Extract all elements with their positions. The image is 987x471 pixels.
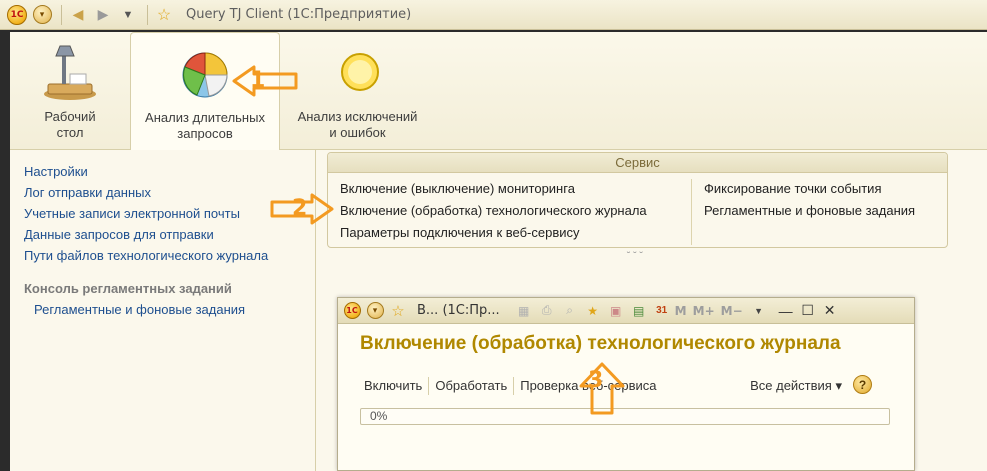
command-bar: Включить Обработать Проверка веб-сервиса… (358, 375, 898, 397)
annotation-arrow-1 (232, 65, 298, 97)
maximize-button[interactable]: ☐ (800, 302, 816, 319)
history-dropdown-icon[interactable]: ▼ (117, 4, 139, 26)
main-menu-icon[interactable]: ▾ (365, 301, 385, 321)
app-window: Рабочий стол Анализ длительных запросов Ан… (10, 32, 987, 471)
divider (691, 179, 692, 245)
minimize-button[interactable]: — (778, 303, 794, 319)
service-panel: Сервис Включение (выключение) мониторинг… (327, 152, 948, 248)
close-button[interactable]: ✕ (822, 302, 838, 319)
progress-text: 0% (370, 409, 388, 423)
annotation-number-3: 3 (588, 368, 604, 393)
calculator-icon[interactable]: ▤ (629, 301, 649, 321)
dialog-heading: Включение (обработка) технологического ж… (360, 333, 841, 354)
service-column-left: Включение (выключение) мониторинга Включ… (340, 178, 690, 244)
memory-m-button[interactable]: M (675, 304, 687, 318)
window-title: Query TJ Client (1С:Предприятие) (186, 7, 412, 22)
calendar-icon[interactable]: 31 (652, 301, 672, 321)
section-exceptions[interactable]: Анализ исключений и ошибок (285, 32, 430, 150)
yellow-circle-icon (340, 53, 379, 91)
favorites-star-icon[interactable]: ☆ (153, 4, 175, 26)
section-desktop[interactable]: Рабочий стол (20, 32, 120, 150)
service-link-scheduled-jobs[interactable]: Регламентные и фоновые задания (704, 200, 944, 222)
all-actions-menu[interactable]: Все действия ▾ (750, 378, 842, 394)
desk-lamp-icon (44, 45, 96, 100)
annotation-number-2: 2 (292, 196, 308, 221)
back-arrow-icon[interactable]: ◀ (67, 4, 89, 26)
bookmark-icon[interactable]: ▣ (606, 301, 626, 321)
main-menu-icon[interactable]: ▾ (31, 4, 53, 26)
sections-panel: Рабочий стол Анализ длительных запросов Ан… (10, 32, 987, 150)
process-button[interactable]: Обработать (429, 377, 515, 395)
section-label: Анализ длительных запросов (145, 110, 265, 141)
app-logo-icon[interactable]: 1С (342, 301, 362, 321)
enable-button[interactable]: Включить (358, 377, 430, 395)
memory-plus-button[interactable]: M+ (693, 304, 715, 318)
section-label: Анализ исключений и ошибок (297, 109, 418, 140)
service-link-monitoring[interactable]: Включение (выключение) мониторинга (340, 178, 690, 200)
save-icon[interactable]: ▦ (514, 301, 534, 321)
separator (147, 4, 148, 25)
print-icon[interactable]: ⎙ (537, 301, 557, 321)
service-link-tech-journal[interactable]: Включение (обработка) технологического ж… (340, 200, 690, 222)
service-title: Сервис (328, 153, 947, 173)
dialog-title: В... (1С:Пр... (417, 303, 500, 318)
memory-minus-button[interactable]: M− (721, 304, 743, 318)
pie-chart-icon (182, 52, 228, 98)
separator (61, 4, 62, 25)
dialog-titlebar: 1С ▾ ☆ В... (1С:Пр... ▦ ⎙ ⌕ ★ ▣ ▤ 31 M M… (338, 298, 914, 324)
preview-icon[interactable]: ⌕ (560, 301, 580, 321)
annotation-number-1: 1 (250, 68, 266, 93)
title-bar: 1С ▾ ◀ ▶ ▼ ☆ Query TJ Client (1С:Предпри… (0, 0, 987, 30)
nav-link-query-data[interactable]: Данные запросов для отправки (10, 224, 315, 245)
nav-link-settings[interactable]: Настройки (10, 161, 315, 182)
nav-group-title: Консоль регламентных заданий (24, 281, 232, 296)
splitter-handle[interactable]: ˘˘˘ (627, 251, 646, 262)
service-link-event-point[interactable]: Фиксирование точки события (704, 178, 944, 200)
dialog-window: 1С ▾ ☆ В... (1С:Пр... ▦ ⎙ ⌕ ★ ▣ ▤ 31 M M… (337, 297, 915, 471)
section-label: Рабочий стол (44, 109, 96, 140)
service-column-right: Фиксирование точки события Регламентные … (704, 178, 944, 222)
forward-arrow-icon[interactable]: ▶ (92, 4, 114, 26)
dropdown-icon[interactable]: ▼ (749, 301, 769, 321)
app-logo-icon[interactable]: 1С (6, 4, 28, 26)
service-link-webservice-params[interactable]: Параметры подключения к веб-сервису (340, 222, 690, 244)
nav-link-scheduled-jobs[interactable]: Регламентные и фоновые задания (10, 299, 315, 320)
favorites-star-icon[interactable]: ☆ (388, 301, 408, 321)
nav-link-tj-paths[interactable]: Пути файлов технологического журнала (10, 245, 315, 266)
add-favorite-icon[interactable]: ★ (583, 301, 603, 321)
help-icon[interactable]: ? (853, 375, 872, 394)
